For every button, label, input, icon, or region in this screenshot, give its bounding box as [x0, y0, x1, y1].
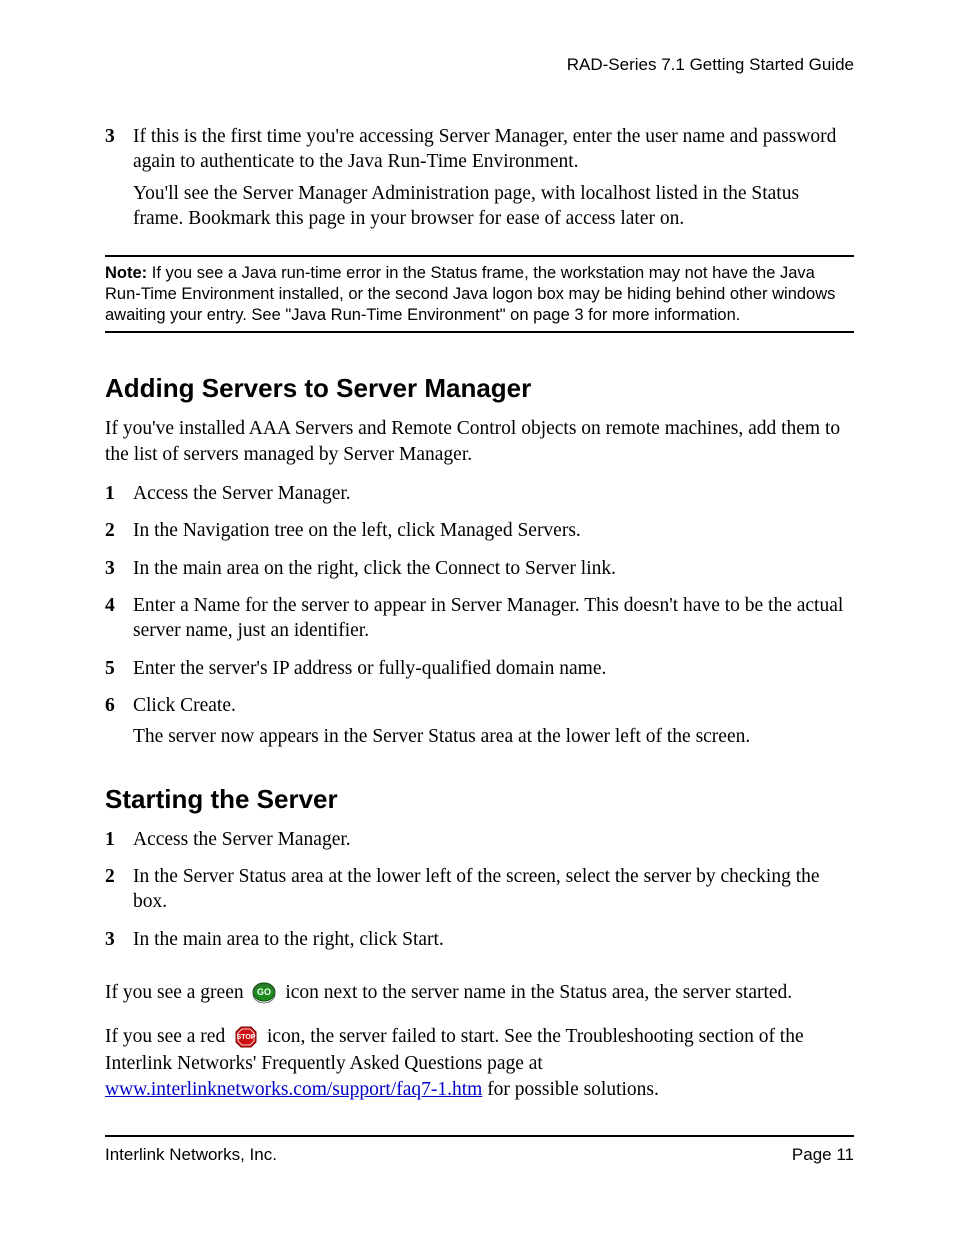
step-text: Access the Server Manager.: [133, 827, 854, 852]
list-item: 6 Click Create. The server now appears i…: [105, 693, 854, 756]
step-text: Click Create.: [133, 693, 854, 718]
step-after-text: The server now appears in the Server Sta…: [133, 724, 854, 749]
step-text: You'll see the Server Manager Administra…: [133, 181, 854, 232]
list-item: 4 Enter a Name for the server to appear …: [105, 593, 854, 644]
starting-server-steps: 1 Access the Server Manager. 2 In the Se…: [105, 827, 854, 952]
step-number: 5: [105, 656, 133, 681]
text: If you see a green: [105, 982, 248, 1003]
section-heading-starting-server: Starting the Server: [105, 784, 854, 815]
step-text: Enter a Name for the server to appear in…: [133, 593, 854, 644]
text: If you see a red: [105, 1026, 230, 1047]
step-number: 3: [105, 124, 133, 237]
step-body: Click Create. The server now appears in …: [133, 693, 854, 756]
note-box: Note: If you see a Java run-time error i…: [105, 255, 854, 333]
step-text: Access the Server Manager.: [133, 481, 854, 506]
step-number: 3: [105, 556, 133, 581]
list-item: 2 In the Server Status area at the lower…: [105, 864, 854, 915]
step-text: In the main area on the right, click the…: [133, 556, 854, 581]
continued-step-3: 3 If this is the first time you're acces…: [105, 124, 854, 237]
step-number: 2: [105, 864, 133, 915]
list-item: 2 In the Navigation tree on the left, cl…: [105, 518, 854, 543]
step-number: 2: [105, 518, 133, 543]
list-item: 3 In the main area on the right, click t…: [105, 556, 854, 581]
red-icon-paragraph: If you see a red STOP icon, the server f…: [105, 1024, 854, 1103]
step-number: 1: [105, 481, 133, 506]
section-intro: If you've installed AAA Servers and Remo…: [105, 416, 854, 467]
step-text: In the Navigation tree on the left, clic…: [133, 518, 854, 543]
step-number: 3: [105, 927, 133, 952]
stop-icon: STOP: [234, 1025, 258, 1049]
list-item: 1 Access the Server Manager.: [105, 481, 854, 506]
footer-company: Interlink Networks, Inc.: [105, 1145, 277, 1165]
header-title: RAD-Series 7.1 Getting Started Guide: [567, 55, 854, 74]
note-label: Note:: [105, 264, 147, 282]
green-icon-paragraph: If you see a green GO icon next to the s…: [105, 980, 854, 1006]
page-header: RAD-Series 7.1 Getting Started Guide: [105, 55, 854, 75]
step-number: 6: [105, 693, 133, 756]
step-body: If this is the first time you're accessi…: [133, 124, 854, 237]
list-item: 5 Enter the server's IP address or fully…: [105, 656, 854, 681]
document-page: RAD-Series 7.1 Getting Started Guide 3 I…: [0, 0, 954, 1235]
page-footer: Interlink Networks, Inc. Page 11: [105, 1135, 854, 1165]
list-item: 1 Access the Server Manager.: [105, 827, 854, 852]
list-item: 3 In the main area to the right, click S…: [105, 927, 854, 952]
faq-link[interactable]: www.interlinknetworks.com/support/faq7-1…: [105, 1079, 482, 1100]
text: icon next to the server name in the Stat…: [285, 982, 792, 1003]
svg-text:STOP: STOP: [237, 1034, 256, 1041]
section-heading-adding-servers: Adding Servers to Server Manager: [105, 373, 854, 404]
step-text: In the Server Status area at the lower l…: [133, 864, 854, 915]
text: for possible solutions.: [487, 1079, 659, 1100]
note-text: If you see a Java run-time error in the …: [105, 264, 835, 323]
footer-page-number: Page 11: [792, 1145, 854, 1165]
go-icon: GO: [252, 982, 276, 1004]
step-text: In the main area to the right, click Sta…: [133, 927, 854, 952]
step-number: 1: [105, 827, 133, 852]
svg-text:GO: GO: [257, 987, 271, 997]
step-text: Enter the server's IP address or fully-q…: [133, 656, 854, 681]
adding-servers-steps: 1 Access the Server Manager. 2 In the Na…: [105, 481, 854, 756]
step-text: If this is the first time you're accessi…: [133, 124, 854, 175]
step-number: 4: [105, 593, 133, 644]
